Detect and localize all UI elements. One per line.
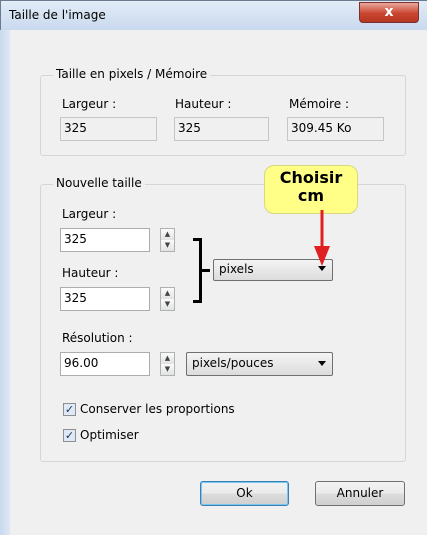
- resolution-label: Résolution :: [62, 331, 133, 345]
- annotation-line-2: cm: [297, 186, 325, 205]
- annotation-arrow-icon: [314, 210, 330, 266]
- current-width-label: Largeur :: [62, 97, 117, 111]
- new-height-spinner[interactable]: ▲ ▼: [160, 287, 175, 311]
- new-height-label: Hauteur :: [62, 266, 119, 280]
- size-unit-selected: pixels: [219, 262, 254, 276]
- memory-label: Mémoire :: [289, 97, 350, 111]
- keep-proportions-checkbox[interactable]: ✓: [63, 403, 76, 416]
- spin-down-icon[interactable]: ▼: [161, 299, 174, 310]
- resolution-spinner[interactable]: ▲ ▼: [160, 352, 175, 376]
- annotation-callout: Choisir cm: [264, 165, 358, 214]
- new-size-legend: Nouvelle taille: [53, 176, 145, 190]
- current-height-label: Hauteur :: [175, 97, 232, 111]
- new-width-label: Largeur :: [62, 207, 117, 221]
- new-width-spinner[interactable]: ▲ ▼: [160, 228, 175, 252]
- cancel-button[interactable]: Annuler: [315, 481, 405, 506]
- close-button[interactable]: x: [359, 2, 419, 23]
- spin-down-icon[interactable]: ▼: [161, 240, 174, 251]
- window-title: Taille de l'image: [9, 8, 106, 22]
- new-size-group: [40, 184, 406, 462]
- new-width-input[interactable]: 325: [60, 228, 150, 252]
- annotation-line-1: Choisir: [279, 168, 343, 187]
- memory-value: 309.45 Ko: [287, 117, 384, 141]
- optimize-checkbox[interactable]: ✓: [63, 429, 76, 442]
- pixels-memory-legend: Taille en pixels / Mémoire: [53, 67, 211, 81]
- keep-proportions-label[interactable]: Conserver les proportions: [80, 402, 235, 416]
- check-icon: ✓: [64, 403, 75, 416]
- new-height-input[interactable]: 325: [60, 287, 150, 311]
- window-frame-left: [0, 30, 10, 535]
- ok-button[interactable]: Ok: [200, 481, 289, 506]
- spin-down-icon[interactable]: ▼: [161, 364, 174, 375]
- resolution-input[interactable]: 96.00: [60, 352, 150, 376]
- close-icon: x: [384, 4, 394, 20]
- chevron-down-icon: [318, 361, 326, 366]
- check-icon: ✓: [64, 429, 75, 442]
- optimize-label[interactable]: Optimiser: [80, 428, 139, 442]
- link-bracket-tick: [200, 269, 210, 272]
- resolution-unit-selected: pixels/pouces: [192, 356, 274, 370]
- current-width-value: 325: [60, 117, 157, 141]
- current-height-value: 325: [174, 117, 269, 141]
- title-bar[interactable]: Taille de l'image x: [1, 1, 427, 31]
- resolution-unit-dropdown[interactable]: pixels/pouces: [186, 352, 333, 376]
- pixels-memory-group: [40, 75, 406, 156]
